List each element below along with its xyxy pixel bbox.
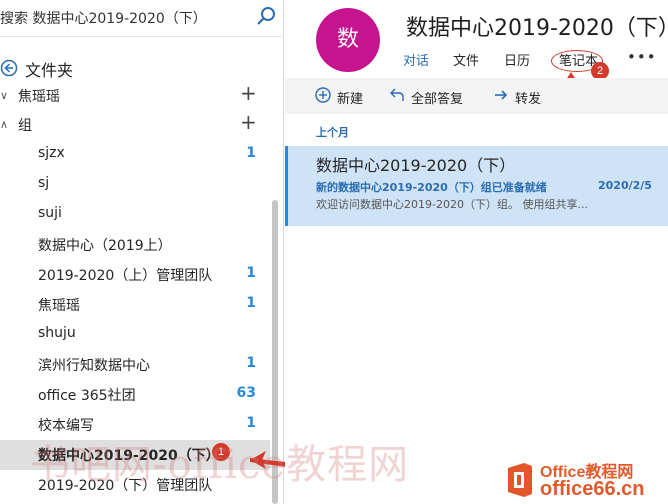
folder-pane: 搜索 数据中心2019-2020（下） 文件夹 ∨ 焦瑶瑶 + ∧ 组 + sj… [0, 0, 284, 504]
group-header-person[interactable]: ∨ 焦瑶瑶 + [0, 82, 270, 107]
group-pane: 数 数据中心2019-2020（下） 对话 文件 日历 笔记本 ••• 2 新建… [285, 0, 668, 504]
new-button[interactable]: 新建 [337, 88, 363, 107]
unread-count: 1 [246, 415, 256, 431]
tab-conversations[interactable]: 对话 [403, 50, 429, 69]
group-item-name: 焦瑶瑶 [38, 298, 80, 314]
unread-count: 63 [236, 385, 256, 401]
forward-icon[interactable] [493, 87, 509, 103]
group-item[interactable]: 2019-2020（上）管理团队 1 [0, 260, 270, 290]
add-icon[interactable]: + [240, 111, 257, 133]
unread-count: 1 [246, 295, 256, 311]
conversation-title: 数据中心2019-2020（下） [316, 156, 516, 175]
conversation-subject: 新的数据中心2019-2020（下）组已准备就绪 [316, 181, 547, 194]
group-label: 组 [18, 118, 32, 134]
conversation-item[interactable]: 数据中心2019-2020（下） 新的数据中心2019-2020（下）组已准备就… [285, 146, 668, 226]
tab-files[interactable]: 文件 [453, 50, 479, 69]
folder-title: 文件夹 [25, 61, 74, 80]
group-item-name: office 365社团 [38, 388, 136, 404]
group-title: 数据中心2019-2020（下） [406, 16, 668, 41]
group-item[interactable]: sjzx 1 [0, 140, 270, 170]
search-input[interactable]: 搜索 数据中心2019-2020（下） [0, 8, 207, 28]
watermark-text: 书吧网-office教程网 [30, 442, 410, 488]
search-icon[interactable] [256, 6, 278, 28]
new-icon[interactable] [315, 87, 331, 103]
more-options-icon[interactable]: ••• [627, 48, 657, 66]
chevron-down-icon[interactable]: ∨ [0, 89, 8, 102]
command-bar: 新建 全部答复 转发 [285, 78, 668, 114]
search-box[interactable]: 搜索 数据中心2019-2020（下） [0, 0, 284, 36]
group-item-name: shuju [38, 325, 76, 341]
add-icon[interactable]: + [240, 82, 257, 104]
unread-count: 1 [246, 355, 256, 371]
forward-button[interactable]: 转发 [515, 88, 541, 107]
group-item-name: 2019-2020（上）管理团队 [38, 268, 213, 284]
group-label: 焦瑶瑶 [18, 89, 60, 105]
back-arrow-icon[interactable] [0, 59, 18, 77]
group-item-name: suji [38, 205, 62, 221]
conversation-preview: 欢迎访问数据中心2019-2020（下）组。 使用组共享... [316, 198, 588, 211]
group-avatar: 数 [316, 8, 380, 72]
divider [0, 36, 284, 37]
group-item[interactable]: 滨州行知数据中心 1 [0, 350, 270, 380]
watermark-logo: Office教程网 office66.cn [500, 456, 668, 504]
office-logo-icon [508, 463, 532, 497]
group-item-name: sjzx [38, 145, 65, 161]
unread-count: 1 [246, 265, 256, 281]
group-header-groups[interactable]: ∧ 组 + [0, 111, 270, 136]
reply-all-button[interactable]: 全部答复 [411, 88, 463, 107]
group-item[interactable]: shuju [0, 320, 270, 350]
group-item[interactable]: 焦瑶瑶 1 [0, 290, 270, 320]
tab-calendar[interactable]: 日历 [504, 50, 530, 69]
group-item[interactable]: suji [0, 200, 270, 230]
conversation-date: 2020/2/5 [598, 179, 652, 192]
group-item[interactable]: 数据中心（2019上） [0, 230, 270, 260]
watermark-logo-url: office66.cn [540, 478, 645, 500]
group-item[interactable]: office 365社团 63 [0, 380, 270, 410]
chevron-up-icon[interactable]: ∧ [0, 118, 8, 131]
group-item-name: sj [38, 175, 50, 191]
unread-count: 1 [246, 145, 256, 161]
group-item-name: 数据中心（2019上） [38, 238, 172, 254]
group-item-name: 滨州行知数据中心 [38, 358, 150, 374]
group-item[interactable]: sj [0, 170, 270, 200]
reply-all-icon[interactable] [389, 87, 405, 103]
section-label: 上个月 [316, 126, 349, 139]
